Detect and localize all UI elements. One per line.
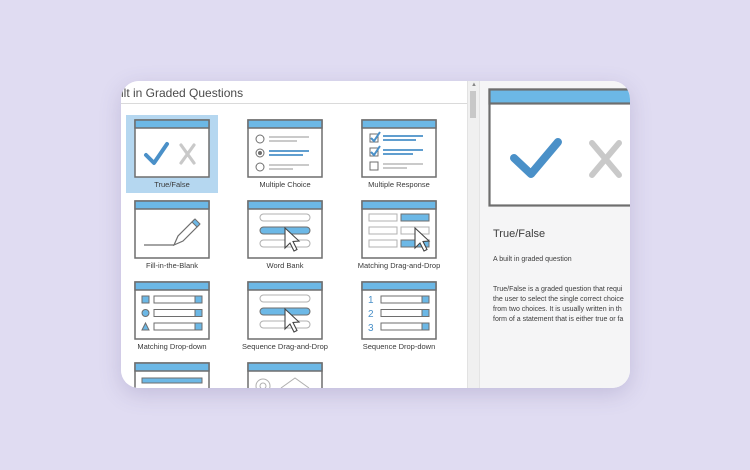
description-line: True/False is a graded question that req…: [493, 286, 623, 293]
preview-panel: True/False A built in graded question Tr…: [479, 81, 630, 388]
true-false-icon: [134, 119, 210, 178]
tile-fill-in-the-blank[interactable]: Fill-in-the-Blank: [126, 196, 218, 274]
preview-description: True/False is a graded question that req…: [493, 285, 630, 325]
tile-partial-2[interactable]: [239, 358, 331, 388]
tile-multiple-choice[interactable]: Multiple Choice: [239, 115, 331, 193]
question-type-gallery: ilt in Graded Questions True/False Multi…: [121, 81, 467, 388]
tile-matching-drag-and-drop[interactable]: Matching Drag-and-Drop: [353, 196, 445, 274]
tile-sequence-drag-and-drop[interactable]: Sequence Drag-and-Drop: [239, 277, 331, 355]
tile-matching-drop-down[interactable]: Matching Drop-down: [126, 277, 218, 355]
preview-title: True/False: [493, 228, 546, 240]
tile-partial-1[interactable]: [126, 358, 218, 388]
word-bank-icon: [247, 200, 323, 259]
sequence-drag-and-drop-icon: [247, 281, 323, 340]
tile-label: Fill-in-the-Blank: [145, 261, 199, 270]
tile-label: Sequence Drag-and-Drop: [242, 342, 328, 351]
preview-subtitle: A built in graded question: [493, 256, 572, 263]
matching-drag-and-drop-icon: [361, 200, 437, 259]
vertical-scrollbar[interactable]: ▲: [467, 81, 479, 388]
tile-word-bank[interactable]: Word Bank: [239, 196, 331, 274]
description-line: form of a statement that is either true …: [493, 316, 624, 323]
matching-drop-down-icon: [134, 281, 210, 340]
question-type-dialog: ilt in Graded Questions True/False Multi…: [121, 81, 630, 388]
multiple-choice-icon: [247, 119, 323, 178]
tile-label: Multiple Response: [368, 180, 430, 189]
scroll-thumb[interactable]: [470, 91, 476, 118]
sequence-drop-down-icon: 1 2 3: [361, 281, 437, 340]
description-line: the user to select the single correct ch…: [493, 296, 624, 303]
tile-label: Matching Drag-and-Drop: [357, 261, 441, 270]
question-type-icon: [134, 362, 210, 388]
svg-text:1: 1: [368, 295, 374, 306]
tile-true-false[interactable]: True/False: [126, 115, 218, 193]
tile-sequence-drop-down[interactable]: 1 2 3 Sequence Drop-down: [353, 277, 445, 355]
hotspot-icon: [247, 362, 323, 388]
tile-multiple-response[interactable]: Multiple Response: [353, 115, 445, 193]
true-false-preview-icon: [488, 88, 630, 207]
tile-label: Matching Drop-down: [137, 342, 207, 351]
tile-label: True/False: [154, 180, 190, 189]
divider: [121, 103, 467, 104]
tile-label: Multiple Choice: [259, 180, 311, 189]
description-line: from two choices. It is usually written …: [493, 306, 622, 313]
tile-label: Word Bank: [266, 261, 304, 270]
svg-text:2: 2: [368, 309, 374, 320]
svg-text:3: 3: [368, 323, 374, 334]
scroll-up-arrow-icon[interactable]: ▲: [471, 82, 477, 88]
tile-label: Sequence Drop-down: [362, 342, 436, 351]
fill-in-the-blank-icon: [134, 200, 210, 259]
panel-title: ilt in Graded Questions: [121, 86, 244, 100]
multiple-response-icon: [361, 119, 437, 178]
